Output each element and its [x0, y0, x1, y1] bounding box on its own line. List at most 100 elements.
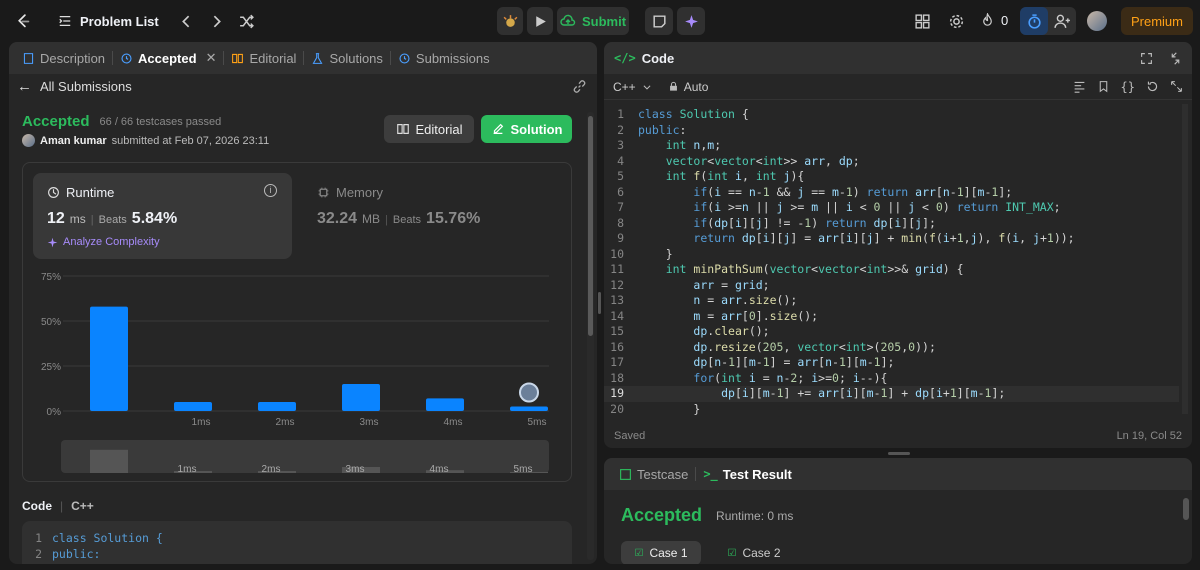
- runtime-distribution-chart[interactable]: 75% 50% 25% 0% 1ms 2ms 3ms 4ms 5ms 1ms 2ms 3ms 4ms 5m…: [23, 263, 571, 481]
- submitted-time: submitted at Feb 07, 2026 23:11: [111, 134, 270, 147]
- code-line[interactable]: 7 if(i >=n || j >= m || i < 0 || j < 0) …: [604, 200, 1179, 216]
- top-bar: Problem List Submit 0 Premium: [0, 0, 1200, 42]
- tab-accepted[interactable]: Accepted ✕: [113, 42, 223, 74]
- code-line[interactable]: 18 for(int i = n-2; i>=0; i--){: [604, 371, 1179, 387]
- memory-card[interactable]: Memory 32.24 MB | Beats 15.76%: [303, 173, 563, 259]
- list-icon: [59, 15, 71, 27]
- reset-icon[interactable]: [1146, 80, 1159, 93]
- case-2-label: Case 2: [742, 546, 781, 560]
- debug-icon[interactable]: [497, 7, 523, 35]
- leetcode-logo-icon[interactable]: [10, 7, 36, 35]
- settings-gear-icon[interactable]: [942, 7, 970, 35]
- code-editor[interactable]: 1 class Solution {2 public: 3 int n,m; 4 vec…: [604, 107, 1179, 416]
- editor-status-bar: Saved Ln 19, Col 52: [614, 430, 1182, 442]
- code-line[interactable]: 8 if(dp[i][j] != -1) return dp[i][j];: [604, 216, 1179, 232]
- mini-bar: [90, 449, 128, 473]
- user-name[interactable]: Aman kumar: [40, 135, 107, 147]
- code-line[interactable]: 19 dp[i][m-1] += arr[i][m-1] + dp[i+1][m…: [604, 386, 1179, 402]
- premium-button[interactable]: Premium: [1121, 7, 1193, 35]
- code-line[interactable]: 2 public:: [604, 123, 1179, 139]
- analyze-complexity-link[interactable]: Analyze Complexity: [47, 236, 160, 248]
- add-friend-icon[interactable]: [1048, 7, 1076, 35]
- code-line[interactable]: 14 m = arr[0].size();: [604, 309, 1179, 325]
- line-number: 10: [610, 246, 624, 261]
- autocomplete-mode[interactable]: Auto: [668, 80, 708, 94]
- code-line[interactable]: 10 }: [604, 247, 1179, 263]
- code-line[interactable]: 16 dp.resize(205, vector<int>(205,0));: [604, 340, 1179, 356]
- next-problem-button[interactable]: [203, 7, 231, 35]
- code-line[interactable]: 3 int n,m;: [604, 138, 1179, 154]
- code-snippet[interactable]: 1 class Solution { 2 public:: [22, 521, 572, 564]
- braces-icon[interactable]: {}: [1121, 80, 1135, 94]
- back-to-submissions[interactable]: ← All Submissions: [17, 78, 132, 95]
- bar: [90, 306, 128, 411]
- code-line[interactable]: 9 return dp[i][j] = arr[i][j] + min(f(i+…: [604, 231, 1179, 247]
- document-icon: [23, 52, 34, 64]
- code-text: n = arr.size();: [693, 293, 798, 307]
- layout-icon[interactable]: [908, 7, 936, 35]
- language-select[interactable]: C++: [613, 80, 652, 94]
- horizontal-resize-handle[interactable]: [888, 452, 910, 455]
- line-number: 1: [617, 107, 624, 121]
- result-scrollbar-thumb[interactable]: [1183, 498, 1189, 520]
- collapse-icon[interactable]: [1169, 51, 1182, 65]
- code-line[interactable]: 6 if(i == n-1 && j == m-1) return arr[n-…: [604, 185, 1179, 201]
- check-icon: ☑: [634, 547, 644, 559]
- vertical-resize-handle[interactable]: [598, 292, 601, 314]
- check-icon: ☑: [727, 547, 737, 559]
- tab-testcase[interactable]: Testcase: [612, 458, 695, 490]
- streak-counter[interactable]: 0: [980, 13, 1008, 28]
- history-icon: [121, 52, 132, 64]
- code-line[interactable]: 20 }: [604, 402, 1179, 418]
- tab-submissions[interactable]: Submissions: [391, 42, 497, 74]
- code-line[interactable]: 12 arr = grid;: [604, 278, 1179, 294]
- fullscreen-icon[interactable]: [1140, 52, 1153, 65]
- code-line[interactable]: 15 dp.clear();: [604, 324, 1179, 340]
- expand-icon[interactable]: [1170, 80, 1183, 93]
- tab-editorial[interactable]: Editorial: [224, 42, 303, 74]
- runtime-card[interactable]: Runtime i 12 ms | Beats 5.84% Analyze Co…: [33, 173, 292, 259]
- x-tick-label: 4ms: [444, 417, 463, 428]
- editor-scrollbar[interactable]: [1182, 104, 1188, 414]
- submit-button[interactable]: Submit: [557, 7, 629, 35]
- close-tab-icon[interactable]: ✕: [206, 50, 217, 66]
- timer-icon[interactable]: [1020, 7, 1048, 35]
- code-line[interactable]: 5 int f(int i, int j){: [604, 169, 1179, 185]
- range-navigator: [61, 440, 549, 473]
- x-tick-label: 3ms: [360, 417, 379, 428]
- notes-icon[interactable]: [645, 7, 673, 35]
- bar: [426, 398, 464, 411]
- shuffle-icon[interactable]: [233, 7, 261, 35]
- code-text: public:: [638, 122, 687, 137]
- code-line[interactable]: 1 class Solution {: [604, 107, 1179, 123]
- avatar[interactable]: [1087, 11, 1107, 31]
- case-2-button[interactable]: ☑ Case 2: [714, 541, 794, 564]
- scrollbar-thumb[interactable]: [588, 116, 593, 336]
- problem-list-link[interactable]: Problem List: [58, 14, 159, 29]
- y-tick-label: 50%: [41, 317, 61, 328]
- code-text: int minPathSum(vector<vector<int>>& grid…: [665, 262, 964, 276]
- code-line[interactable]: 13 n = arr.size();: [604, 293, 1179, 309]
- submission-panel: Description Accepted ✕ Editorial Solution…: [9, 42, 597, 564]
- format-icon[interactable]: [1073, 80, 1086, 93]
- book-icon: [396, 124, 409, 134]
- bookmark-icon[interactable]: [1097, 80, 1110, 93]
- link-icon[interactable]: [572, 79, 587, 94]
- line-number: 3: [617, 138, 624, 152]
- code-line[interactable]: 11 int minPathSum(vector<vector<int>>& g…: [604, 262, 1179, 278]
- tab-test-result[interactable]: >_ Test Result: [696, 458, 799, 490]
- tab-solutions[interactable]: Solutions: [304, 42, 389, 74]
- case-1-button[interactable]: ☑ Case 1: [621, 541, 701, 564]
- ai-sparkle-icon[interactable]: [677, 7, 705, 35]
- mini-tick-label: 5ms: [514, 464, 533, 475]
- info-icon[interactable]: i: [264, 184, 277, 197]
- prev-problem-button[interactable]: [173, 7, 201, 35]
- run-button[interactable]: [527, 7, 553, 35]
- memory-beats-label: Beats: [392, 214, 422, 226]
- code-line[interactable]: 17 dp[n-1][m-1] = arr[n-1][m-1];: [604, 355, 1179, 371]
- solution-button[interactable]: Solution: [481, 115, 572, 143]
- code-line[interactable]: 4 vector<vector<int>> arr, dp;: [604, 154, 1179, 170]
- sparkle-icon: [47, 237, 58, 247]
- editorial-button[interactable]: Editorial: [384, 115, 474, 143]
- tab-description[interactable]: Description: [15, 42, 112, 74]
